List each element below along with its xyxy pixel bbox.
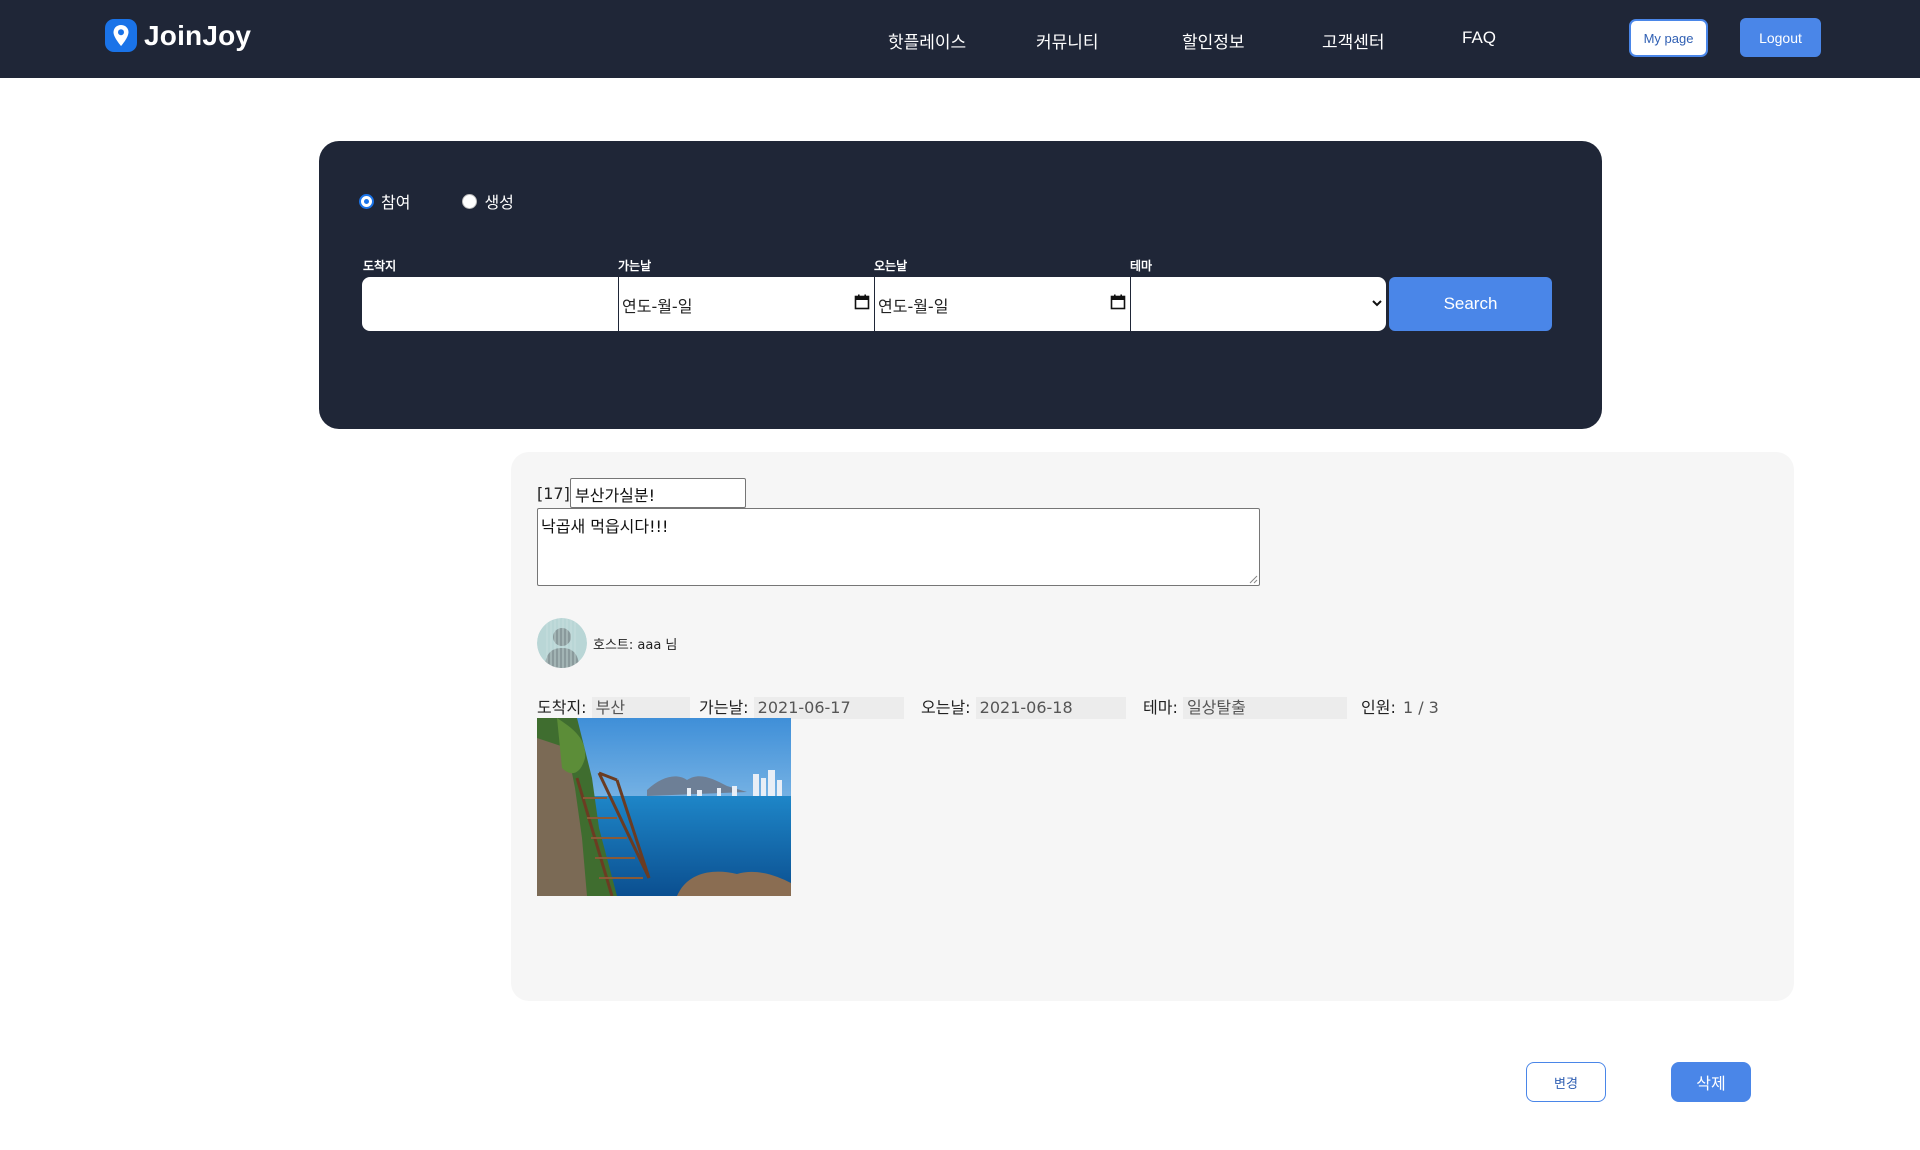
info-people-value: 1 / 3: [1402, 698, 1439, 717]
return-date-label: 오는날: [874, 259, 908, 273]
info-theme: 테마: 일상탈출: [1143, 694, 1347, 719]
host-info: 호스트: aaa 님: [537, 618, 677, 668]
resize-handle-icon[interactable]: [1248, 574, 1258, 584]
info-depart-value: 2021-06-17: [753, 697, 904, 719]
radio-create-dot[interactable]: [462, 193, 478, 209]
return-date-input[interactable]: 연도-월-일: [874, 277, 1130, 331]
info-return-value: 2021-06-18: [975, 697, 1126, 719]
radio-join-dot[interactable]: [359, 193, 374, 209]
nav-item-hotplace[interactable]: 핫플레이스: [888, 28, 966, 53]
info-depart: 가는날: 2021-06-17: [699, 694, 904, 719]
mypage-button[interactable]: My page: [1629, 19, 1708, 57]
theme-select[interactable]: [1130, 277, 1386, 331]
return-date-placeholder: 연도-월-일: [878, 297, 949, 316]
destination-photo: [537, 718, 791, 896]
post-title-input[interactable]: 부산가실분!: [570, 478, 746, 508]
destination-label: 도착지: [363, 259, 397, 273]
info-theme-value: 일상탈출: [1182, 697, 1347, 719]
post-id: [17]: [537, 484, 570, 503]
calendar-icon[interactable]: [1110, 294, 1126, 310]
radio-create[interactable]: 생성: [462, 189, 514, 213]
host-name: 호스트: aaa 님: [593, 637, 678, 653]
logout-button[interactable]: Logout: [1740, 18, 1821, 57]
depart-date-input[interactable]: 연도-월-일: [618, 277, 874, 331]
post-detail-card: [17] 부산가실분! 낙곱새 먹읍시다!!! 호스트: aaa 님 도착지: …: [511, 452, 1794, 1001]
nav-item-community[interactable]: 커뮤니티: [1036, 28, 1099, 53]
radio-create-label: 생성: [484, 193, 514, 212]
info-destination-value: 부산: [591, 697, 690, 719]
post-content-text: 낙곱새 먹읍시다!!!: [541, 517, 669, 536]
top-navbar: JoinJoy 핫플레이스 커뮤니티 할인정보 고객센터 FAQ My page…: [0, 0, 1920, 78]
calendar-icon[interactable]: [854, 294, 870, 310]
theme-label: 테마: [1130, 259, 1153, 273]
nav-item-customer-center[interactable]: 고객센터: [1322, 28, 1385, 53]
radio-join-label: 참여: [381, 193, 411, 212]
info-destination: 도착지: 부산: [537, 694, 690, 719]
post-content-textarea[interactable]: 낙곱새 먹읍시다!!!: [537, 508, 1260, 586]
chevron-down-icon: [1372, 300, 1382, 307]
radio-join[interactable]: 참여: [359, 189, 410, 213]
search-button[interactable]: Search: [1389, 277, 1552, 331]
depart-date-placeholder: 연도-월-일: [622, 297, 693, 316]
nav-item-faq[interactable]: FAQ: [1462, 28, 1496, 48]
avatar: [537, 618, 587, 668]
search-panel: 참여 생성 도착지 가는날 연도-월-일 오는날 연도-월-일 테마 Searc…: [319, 141, 1602, 429]
mode-radio-group: 참여 생성: [359, 189, 566, 213]
info-people: 인원: 1 / 3: [1361, 698, 1439, 717]
edit-button[interactable]: 변경: [1526, 1062, 1606, 1102]
nav-item-discount[interactable]: 할인정보: [1182, 28, 1245, 53]
info-return: 오는날: 2021-06-18: [921, 694, 1126, 719]
depart-date-label: 가는날: [618, 259, 652, 273]
delete-button[interactable]: 삭제: [1671, 1062, 1751, 1102]
destination-input[interactable]: [362, 277, 618, 331]
